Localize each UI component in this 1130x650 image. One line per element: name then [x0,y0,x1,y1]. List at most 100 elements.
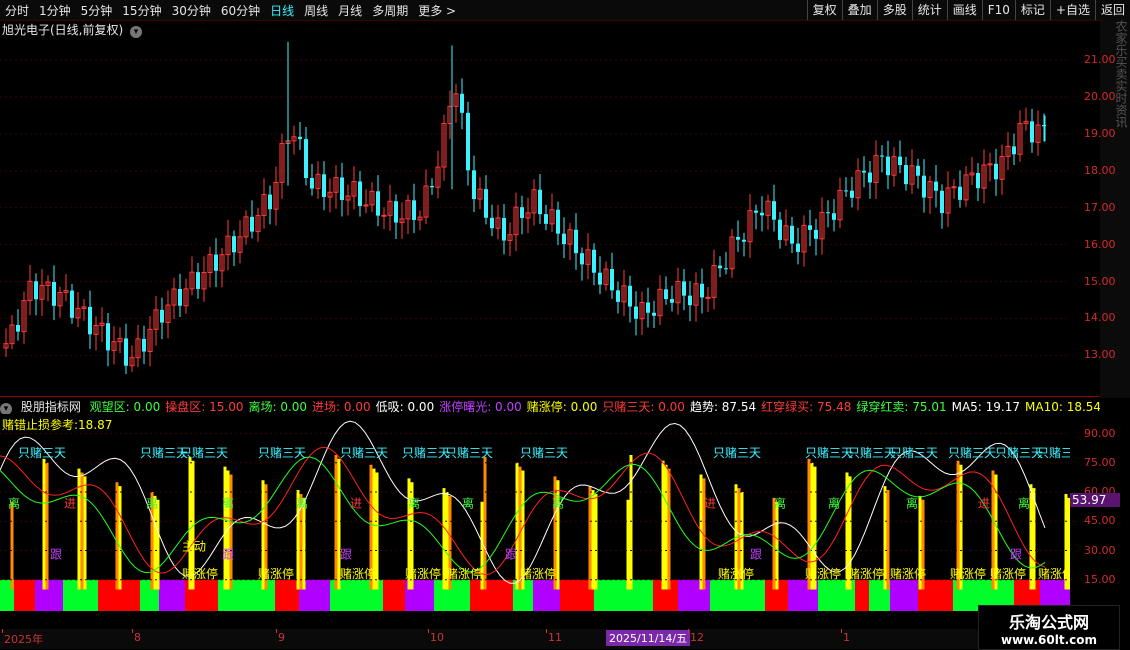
main-chart-title[interactable]: 旭光电子(日线,前复权) ▾ [2,21,143,38]
indicator-header: ▾ 股朋指标网 观望区: 0.00 操盘区: 15.00 离场: 0.00 进场: 0… [0,398,1100,414]
candle-down [898,156,902,166]
indicator-item-7: 只赌三天: 0.00 [602,400,685,414]
bet-limit-up-label: 赌涨停 [805,566,841,581]
indicator-chart[interactable]: 只赌三天 只赌三天只赌三天 只赌三天 只赌三天 只赌三天只赌三天 只赌三天 只赌三天 只赌三天… [0,414,1070,628]
date-tick-label: 11 [548,631,562,644]
candle-down [664,289,668,300]
toolbar-button-1[interactable]: 叠加 [841,0,877,20]
candle-down [634,306,638,319]
bet-limit-up-label: 赌涨停 [182,566,218,581]
leave-label: 离 [906,496,918,511]
candle-down [88,306,92,335]
indicator-tick-label: 75.00 [1084,455,1116,469]
period-tab-9[interactable]: 多周期 [367,2,413,19]
stock-title: 旭光电子(日线,前复权) [2,23,124,37]
only-three-days-label: 只赌三天 [180,446,228,460]
date-tick-mark [546,629,547,633]
only-three-days-label: 只赌三天 [520,446,568,460]
candle-down [562,233,566,245]
toolbar-button-4[interactable]: 画线 [946,0,982,20]
bet-limit-up-label: 赌涨停 [1038,566,1070,581]
candlestick-chart[interactable] [0,38,1070,396]
indicator-tick-label: 15.00 [1084,572,1116,586]
candle-down [214,254,218,271]
candle-down [430,186,434,188]
candle-down [520,207,524,218]
toolbar-button-8[interactable]: 返回 [1094,0,1130,20]
date-tick-mark [2,629,3,633]
leave-label: 离 [8,496,20,511]
toolbar-button-6[interactable]: 标记 [1014,0,1050,20]
follow-label: 跟 [1010,547,1022,561]
period-tab-7[interactable]: 周线 [299,2,333,19]
indicator-item-10: 绿穿红卖: 75.01 [856,400,947,414]
candle-down [796,243,800,252]
price-tick-label: 14.00 [1084,311,1116,325]
candle-down [958,186,962,200]
candle-down [544,214,548,224]
candle-down [598,272,602,285]
bet-limit-up-label: 赌涨停 [990,566,1026,581]
candle-down [70,290,74,318]
candle-down [688,295,692,306]
indicator-item-2: 离场: 0.00 [248,400,308,414]
only-three-days-label: 只赌三天 [445,446,493,460]
candle-down [460,93,464,113]
candle-down [682,281,686,296]
candle-down [178,288,182,306]
indicator-toggle-icon[interactable]: ▾ [0,403,12,414]
indicator-band [275,579,299,611]
toolbar-button-2[interactable]: 多股 [876,0,912,20]
candle-down [976,173,980,189]
candle-down [268,194,272,210]
period-tab-1[interactable]: 1分钟 [34,2,76,19]
bet-limit-up-label: 赌涨停 [340,566,376,581]
only-three-days-label: 只赌三天 [1037,446,1070,460]
toolbar-button-5[interactable]: F10 [981,0,1015,20]
period-tab-0[interactable]: 分时 [0,2,34,19]
price-tick-label: 13.00 [1084,348,1116,362]
period-tab-4[interactable]: 30分钟 [167,2,216,19]
indicator-band [35,579,63,611]
candle-down [778,219,782,240]
candle-down [1030,121,1034,143]
indicator-band [635,579,653,611]
candle-down [304,139,308,179]
leave-label: 离 [408,496,420,511]
period-tab-5[interactable]: 60分钟 [216,2,265,19]
indicator-band [14,579,35,611]
date-tick-label: 9 [278,631,285,644]
candle-down [808,225,812,230]
candle-down [724,268,728,270]
watermark-name: 乐淘公式网 [1008,613,1089,632]
indicator-band [434,579,470,611]
period-tab-3[interactable]: 15分钟 [117,2,166,19]
candle-down [718,265,722,269]
leave-label: 离 [1018,496,1030,511]
toolbar-button-0[interactable]: 复权 [806,0,842,20]
period-tab-10[interactable]: 更多 > [413,2,461,19]
leave-label: 离 [222,496,234,511]
watermark-logo: 乐淘公式网 www.60lt.com [978,605,1120,650]
candle-down [736,236,740,240]
indicator-item-11: MA5: 19.17 [951,400,1021,414]
bet-limit-up-label: 赌涨停 [950,566,986,581]
chevron-down-icon[interactable]: ▾ [130,26,143,38]
indicator-tick-label: 45.00 [1084,514,1116,528]
indicator-band [749,579,765,611]
candle-down [16,324,20,332]
period-tab-6[interactable]: 日线 [265,2,299,19]
period-tab-2[interactable]: 5分钟 [76,2,118,19]
candle-down [610,269,614,291]
date-tick-label: 8 [134,631,141,644]
only-three-days-label: 只赌三天 [890,446,938,460]
only-three-days-label: 只赌三天 [258,446,306,460]
period-tab-8[interactable]: 月线 [333,2,367,19]
toolbar-button-3[interactable]: 统计 [911,0,947,20]
toolbar-button-7[interactable]: +自选 [1049,0,1095,20]
date-tick-label: 12 [690,631,704,644]
candle-up [381,214,387,217]
candle-down [934,181,938,191]
period-tabs: 分时 1分钟 5分钟 15分钟 30分钟 60分钟 日线 周线 月线 多周期 更多 > [0,2,461,19]
bet-limit-up-label: 赌涨停 [848,566,884,581]
